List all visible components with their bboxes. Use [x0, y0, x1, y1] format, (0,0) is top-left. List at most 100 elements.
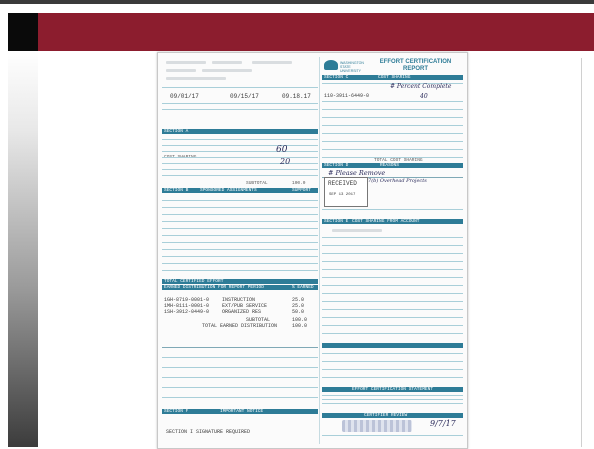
- form-rule: [322, 101, 463, 102]
- section-b-header: SECTION B SPONSORED ASSIGNMENTS SUPPORT: [162, 188, 318, 193]
- certification-header: [322, 343, 463, 348]
- document-left-column: 09/01/17 09/15/17 09.18.17 SECTION A COS…: [162, 57, 318, 444]
- form-rule: [162, 256, 318, 257]
- redacted-field: [252, 61, 292, 64]
- certifier-review-header: CERTIFIER REVIEW: [322, 413, 463, 418]
- form-rule: [322, 293, 463, 294]
- form-rule: [162, 367, 318, 368]
- form-rule: [162, 270, 318, 271]
- form-rule: [322, 399, 463, 400]
- handwritten-reason-2: 11-7(b) Overhead Projects: [360, 178, 427, 184]
- handwritten-pct-1: 60: [276, 145, 288, 155]
- cost-sharing-account-header: SECTION E COST SHARING FROM ACCOUNT: [322, 219, 463, 224]
- earned-row-3-desc: ORGANIZED RES: [222, 309, 262, 315]
- form-rule: [162, 347, 318, 348]
- column-divider: [319, 57, 320, 444]
- form-rule: [162, 242, 318, 243]
- handwritten-pct-2: 20: [280, 157, 291, 166]
- report-date: 09.18.17: [282, 93, 311, 100]
- slide-header-banner: [38, 13, 594, 51]
- signature-required-text: SECTION I SIGNATURE REQUIRED: [166, 429, 251, 435]
- document-right-column: WASHINGTON STATE UNIVERSITY EFFORT CERTI…: [322, 57, 463, 444]
- important-notice-header: SECTION F IMPORTANT NOTICE: [162, 409, 318, 414]
- section-a-header: SECTION A: [162, 129, 318, 134]
- form-rule: [322, 237, 463, 238]
- form-rule: [162, 377, 318, 378]
- form-rule: [322, 141, 463, 142]
- handwritten-reason-1: # Please Remove: [328, 169, 386, 177]
- form-rule: [162, 139, 318, 140]
- effort-certification-document: 09/01/17 09/15/17 09.18.17 SECTION A COS…: [157, 52, 468, 449]
- university-name: WASHINGTON STATE UNIVERSITY: [340, 61, 364, 73]
- form-rule: [162, 109, 318, 110]
- form-rule: [162, 145, 318, 146]
- slide-right-rule: [581, 58, 582, 447]
- form-rule: [322, 395, 463, 396]
- form-rule: [322, 435, 463, 436]
- section-c-header: SECTION C COST SHARING: [322, 75, 463, 80]
- form-rule: [322, 261, 463, 262]
- form-rule: [162, 397, 318, 398]
- form-rule: [322, 209, 463, 210]
- handwritten-percent-note: # Percent Complete: [390, 83, 452, 90]
- form-rule: [162, 221, 318, 222]
- form-rule: [322, 361, 463, 362]
- period-end-date: 09/15/17: [230, 93, 259, 100]
- form-rule: [162, 151, 318, 152]
- form-rule: [322, 403, 463, 404]
- period-start-date: 09/01/17: [170, 93, 199, 100]
- top-frame-bar: [0, 0, 594, 4]
- form-rule: [322, 125, 463, 126]
- form-rule: [162, 387, 318, 388]
- form-rule: [322, 309, 463, 310]
- handwritten-signature-date: 9/7/17: [430, 419, 456, 428]
- form-rule: [162, 103, 318, 104]
- reasons-header: SECTION D REASONS: [322, 163, 463, 168]
- form-rule: [162, 207, 318, 208]
- form-rule: [162, 263, 318, 264]
- form-rule: [162, 163, 318, 164]
- redacted-field: [202, 69, 252, 72]
- subtotal-value: 100.0: [292, 181, 306, 186]
- form-rule: [322, 269, 463, 270]
- redacted-field: [332, 229, 382, 232]
- cost-share-account: 110-3911-6449-0: [324, 93, 370, 99]
- form-rule: [322, 301, 463, 302]
- university-logo-icon: [324, 60, 338, 70]
- received-stamp: RECEIVED SEP 13 2017: [324, 177, 368, 207]
- form-rule: [322, 353, 463, 354]
- earned-row-3-account: 1SH-3912-0449-0: [164, 309, 210, 315]
- redacted-field: [166, 69, 196, 72]
- form-rule: [162, 214, 318, 215]
- form-rule: [322, 377, 463, 378]
- redacted-field: [212, 61, 242, 64]
- form-rule: [322, 109, 463, 110]
- form-rule: [322, 325, 463, 326]
- form-rule: [162, 235, 318, 236]
- slide-corner-block: [8, 13, 38, 51]
- earned-total-label: TOTAL EARNED DISTRIBUTION: [202, 323, 278, 329]
- form-rule: [322, 285, 463, 286]
- form-rule: [322, 149, 463, 150]
- form-rule: [162, 175, 318, 176]
- total-certified-effort-header: TOTAL CERTIFIED EFFORT: [162, 279, 318, 284]
- form-rule: [162, 87, 318, 88]
- form-rule: [322, 369, 463, 370]
- form-rule: [322, 253, 463, 254]
- form-rule: [322, 133, 463, 134]
- form-rule: [322, 277, 463, 278]
- form-rule: [162, 169, 318, 170]
- signature-redacted: [342, 420, 412, 432]
- subtotal-label: SUBTOTAL: [246, 181, 268, 186]
- form-rule: [162, 228, 318, 229]
- handwritten-number: 40: [420, 93, 428, 100]
- form-rule: [162, 357, 318, 358]
- form-rule: [322, 333, 463, 334]
- earned-total-value: 100.0: [292, 323, 308, 329]
- redacted-field: [166, 61, 206, 64]
- form-rule: [162, 249, 318, 250]
- certification-statement-header: EFFORT CERTIFICATION STATEMENT: [322, 387, 463, 392]
- form-rule: [162, 157, 318, 158]
- slide-left-gradient-bar: [8, 51, 38, 447]
- earned-distribution-header: EARNED DISTRIBUTION FOR REPORT PERIOD % …: [162, 285, 318, 290]
